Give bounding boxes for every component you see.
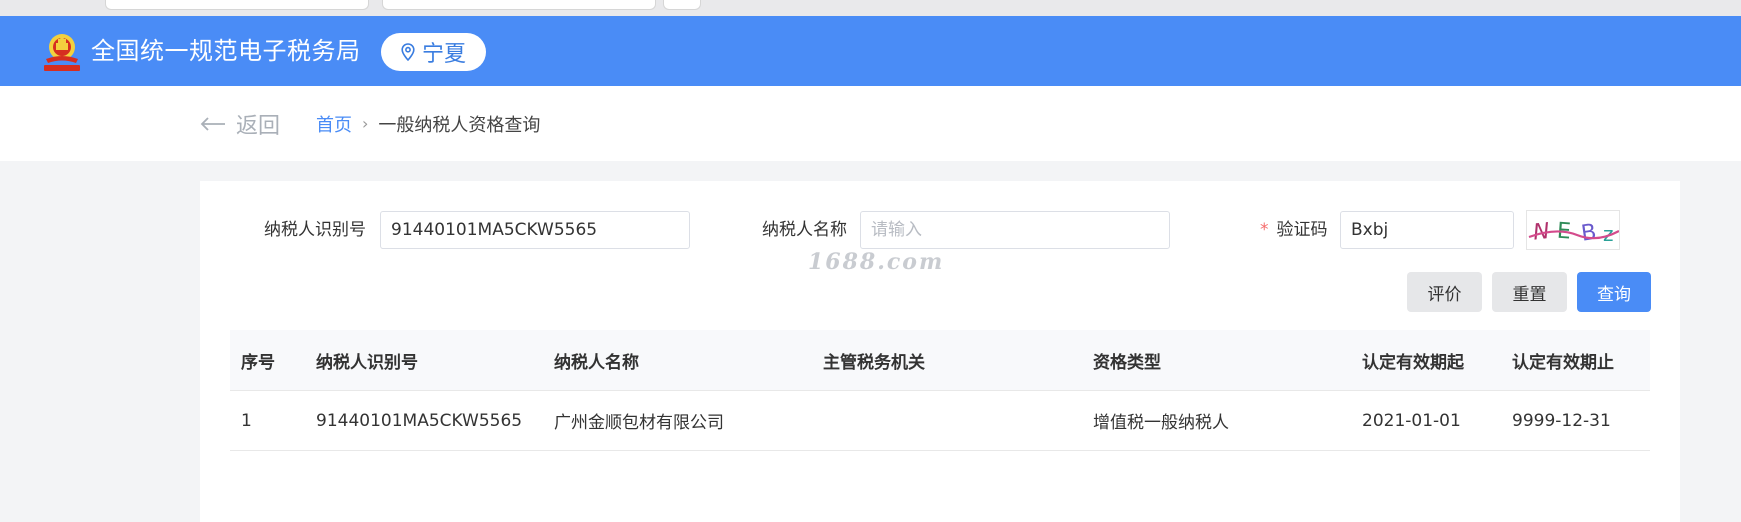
table-cell: 1 (230, 390, 305, 451)
breadcrumb-bar: 返回 首页 › 一般纳税人资格查询 (0, 86, 1741, 161)
table-row: 1 91440101MA5CKW5565 广州金顺包材有限公司 增值税一般纳税人… (230, 390, 1650, 451)
browser-tab-strip (0, 0, 1741, 16)
reset-button[interactable]: 重置 (1492, 272, 1567, 312)
table-header-row: 序号 纳税人识别号 纳税人名称 主管税务机关 资格类型 认定有效期起 认定有效期… (230, 330, 1650, 391)
table-cell: 广州金顺包材有限公司 (543, 390, 812, 451)
browser-address-bar[interactable] (382, 0, 656, 10)
top-header: 全国统一规范电子税务局 宁夏 (0, 16, 1741, 86)
captcha-image[interactable]: N E B z (1526, 210, 1620, 250)
query-button[interactable]: 查询 (1577, 272, 1651, 312)
back-label: 返回 (236, 113, 281, 139)
required-mark: * (1260, 220, 1269, 240)
query-card: 纳税人识别号 纳税人名称 * 验证码 N E B z 1688.com 评价 重置… (200, 181, 1680, 522)
column-header: 主管税务机关 (812, 330, 1082, 391)
region-label: 宁夏 (421, 42, 466, 67)
browser-new-tab-button[interactable] (663, 0, 701, 10)
taxpayer-id-input[interactable] (380, 211, 690, 249)
captcha-glyph: B (1580, 220, 1598, 247)
location-pin-icon (401, 43, 415, 61)
arrow-left-icon (200, 116, 226, 132)
column-header: 认定有效期止 (1501, 330, 1650, 391)
evaluate-button[interactable]: 评价 (1407, 272, 1482, 312)
column-header: 序号 (230, 330, 305, 391)
taxpayer-name-input[interactable] (860, 211, 1170, 249)
column-header: 纳税人名称 (543, 330, 812, 391)
breadcrumb-current: 一般纳税人资格查询 (378, 114, 541, 136)
captcha-input[interactable] (1340, 211, 1514, 249)
site-title: 全国统一规范电子税务局 (91, 37, 361, 65)
watermark: 1688.com (808, 249, 945, 275)
results-table: 序号 纳税人识别号 纳税人名称 主管税务机关 资格类型 认定有效期起 认定有效期… (230, 330, 1650, 451)
column-header: 资格类型 (1082, 330, 1351, 391)
browser-tab[interactable] (105, 0, 369, 10)
column-header: 认定有效期起 (1351, 330, 1501, 391)
table-cell: 9999-12-31 (1501, 390, 1650, 451)
column-header: 纳税人识别号 (305, 330, 543, 391)
chevron-right-icon: › (362, 114, 369, 133)
breadcrumb-home-link[interactable]: 首页 (316, 111, 352, 137)
region-selector[interactable]: 宁夏 (381, 33, 486, 71)
table-cell: 增值税一般纳税人 (1082, 390, 1351, 451)
captcha-label: * 验证码 (1260, 210, 1328, 250)
taxpayer-id-label: 纳税人识别号 (264, 220, 366, 240)
back-button[interactable]: 返回 (200, 86, 280, 161)
captcha-label-text: 验证码 (1276, 220, 1328, 240)
table-cell: 91440101MA5CKW5565 (305, 390, 543, 451)
taxpayer-name-label: 纳税人名称 (762, 220, 847, 240)
table-cell (812, 390, 1082, 451)
national-emblem-icon (38, 25, 90, 77)
breadcrumb: 首页 › 一般纳税人资格查询 (316, 86, 540, 161)
table-cell: 2021-01-01 (1351, 390, 1501, 451)
